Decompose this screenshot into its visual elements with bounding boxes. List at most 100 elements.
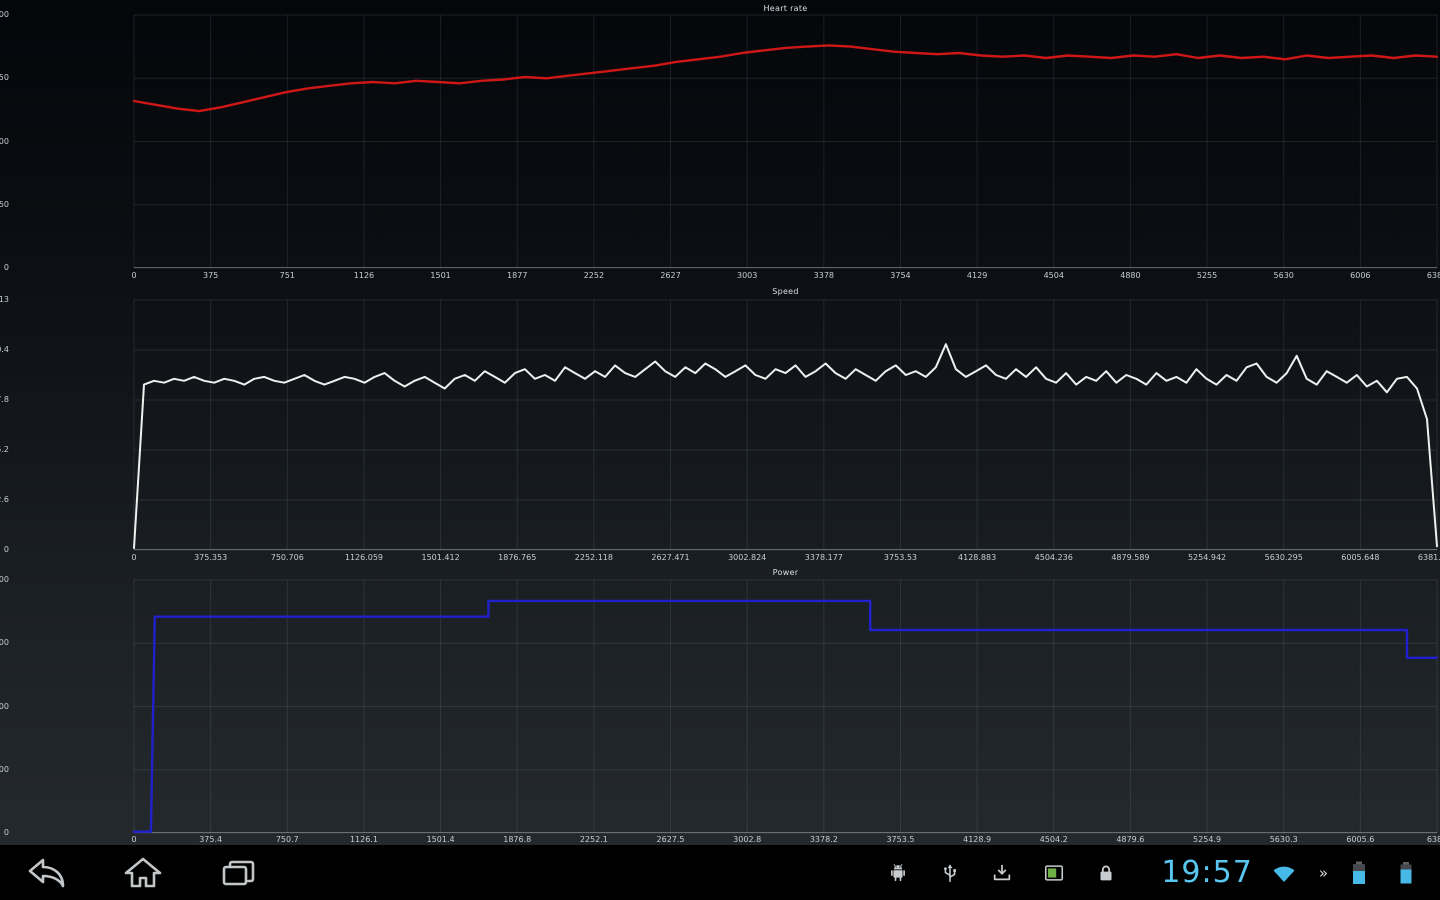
- x-axis-tick-label: 4129: [967, 271, 987, 280]
- y-axis-tick-label: 0: [0, 263, 9, 272]
- recent-apps-icon: [217, 855, 261, 891]
- x-axis-tick-label: 1876.765: [498, 553, 536, 562]
- x-axis-tick-label: 4504.236: [1035, 553, 1073, 562]
- overflow-chevron-icon: »: [1319, 864, 1328, 882]
- x-axis-tick-label: 4879.6: [1116, 835, 1144, 844]
- y-axis-tick-label: 5.2: [0, 445, 9, 454]
- heart-rate-x-axis: 0 375 751 1126 1501 1877 2252 2627 3003 3378 3754 4…: [0, 271, 1440, 283]
- x-axis-tick-label: 2252.1: [580, 835, 608, 844]
- y-axis-tick-label: 200: [0, 10, 9, 19]
- x-axis-tick-label: 4879.589: [1111, 553, 1149, 562]
- x-axis-tick-label: 6381: [1427, 271, 1440, 280]
- x-axis-tick-label: 1126.059: [345, 553, 383, 562]
- power-plot-area[interactable]: [134, 580, 1437, 833]
- x-axis-tick-label: 4128.9: [963, 835, 991, 844]
- y-axis-tick-label: 0: [0, 545, 9, 554]
- y-axis-tick-label: 13: [0, 295, 9, 304]
- x-axis-tick-label: 4880: [1120, 271, 1140, 280]
- usb-connected-icon: [939, 862, 961, 884]
- speed-plot-area[interactable]: [134, 300, 1437, 550]
- system-bar: 19:57 »: [0, 845, 1440, 900]
- battery-tablet-icon: [1350, 860, 1368, 886]
- heart-rate-series-svg: [134, 15, 1437, 268]
- status-tray[interactable]: 19:57 »: [887, 858, 1440, 888]
- speed-chart-title: Speed: [134, 287, 1437, 296]
- x-axis-tick-label: 6381.001: [1418, 553, 1440, 562]
- speed-x-axis: 0 375.353 750.706 1126.059 1501.412 1876.765 2…: [0, 553, 1440, 565]
- recent-apps-button[interactable]: [216, 853, 262, 893]
- x-axis-tick-label: 3003: [737, 271, 757, 280]
- x-axis-tick-label: 1501: [430, 271, 450, 280]
- x-axis-tick-label: 3378: [814, 271, 834, 280]
- home-button[interactable]: [120, 853, 166, 893]
- x-axis-tick-label: 2627.471: [651, 553, 689, 562]
- navigation-buttons: [0, 853, 262, 893]
- x-axis-tick-label: 0: [131, 835, 136, 844]
- heart-rate-plot-area[interactable]: [134, 15, 1437, 268]
- android-debug-icon: [887, 862, 909, 884]
- x-axis-tick-label: 3378.177: [805, 553, 843, 562]
- heart-rate-chart-title: Heart rate: [134, 4, 1437, 13]
- y-axis-tick-label: 7.8: [0, 395, 9, 404]
- y-axis-tick-label: 300: [0, 638, 9, 647]
- x-axis-tick-label: 3002.824: [728, 553, 766, 562]
- power-chart-title: Power: [134, 568, 1437, 577]
- battery-dock-icon: [1398, 861, 1414, 885]
- x-axis-tick-label: 3002.8: [733, 835, 761, 844]
- y-axis-tick-label: 0: [0, 828, 9, 837]
- speed-series-svg: [134, 300, 1437, 550]
- x-axis-tick-label: 375: [203, 271, 218, 280]
- x-axis-tick-label: 6381: [1427, 835, 1440, 844]
- x-axis-tick-label: 3753.5: [886, 835, 914, 844]
- y-axis-tick-label: 150: [0, 73, 9, 82]
- x-axis-tick-label: 5630: [1274, 271, 1294, 280]
- x-axis-tick-label: 1876.8: [503, 835, 531, 844]
- x-axis-tick-label: 5254.942: [1188, 553, 1226, 562]
- y-axis-tick-label: 50: [0, 200, 9, 209]
- y-axis-tick-label: 400: [0, 575, 9, 584]
- x-axis-tick-label: 1501.4: [427, 835, 455, 844]
- x-axis-tick-label: 750.7: [276, 835, 299, 844]
- y-axis-tick-label: 2.6: [0, 495, 9, 504]
- x-axis-tick-label: 5255: [1197, 271, 1217, 280]
- x-axis-tick-label: 6005.648: [1341, 553, 1379, 562]
- y-axis-tick-label: 100: [0, 765, 9, 774]
- x-axis-tick-label: 4128.883: [958, 553, 996, 562]
- x-axis-tick-label: 5630.3: [1270, 835, 1298, 844]
- y-axis-tick-label: 10.4: [0, 345, 9, 354]
- y-axis-tick-label: 200: [0, 702, 9, 711]
- x-axis-tick-label: 3378.2: [810, 835, 838, 844]
- wifi-icon: [1271, 861, 1297, 885]
- x-axis-tick-label: 6006: [1350, 271, 1370, 280]
- x-axis-tick-label: 2252: [584, 271, 604, 280]
- x-axis-tick-label: 1126: [354, 271, 374, 280]
- x-axis-tick-label: 6005.6: [1346, 835, 1374, 844]
- x-axis-tick-label: 0: [131, 553, 136, 562]
- back-button[interactable]: [24, 853, 70, 893]
- x-axis-tick-label: 0: [131, 271, 136, 280]
- x-axis-tick-label: 2627.5: [657, 835, 685, 844]
- x-axis-tick-label: 4504: [1044, 271, 1064, 280]
- y-axis-tick-label: 100: [0, 137, 9, 146]
- x-axis-tick-label: 5254.9: [1193, 835, 1221, 844]
- x-axis-tick-label: 3753.53: [884, 553, 917, 562]
- x-axis-tick-label: 1126.1: [350, 835, 378, 844]
- home-icon: [121, 855, 165, 891]
- status-clock: 19:57: [1161, 858, 1252, 888]
- x-axis-tick-label: 1501.412: [421, 553, 459, 562]
- x-axis-tick-label: 1877: [507, 271, 527, 280]
- lock-icon: [1095, 862, 1117, 884]
- tablet-screen: Heart rate 0 375 751 1126 1501 1877 2252 2627 30…: [0, 0, 1440, 900]
- x-axis-tick-label: 750.706: [271, 553, 304, 562]
- x-axis-tick-label: 4504.2: [1040, 835, 1068, 844]
- x-axis-tick-label: 3754: [890, 271, 910, 280]
- x-axis-tick-label: 5630.295: [1265, 553, 1303, 562]
- screenshot-icon: [1043, 862, 1065, 884]
- x-axis-tick-label: 375.353: [194, 553, 227, 562]
- power-series-svg: [134, 580, 1437, 833]
- x-axis-tick-label: 751: [280, 271, 295, 280]
- x-axis-tick-label: 375.4: [199, 835, 222, 844]
- x-axis-tick-label: 2627: [660, 271, 680, 280]
- back-icon: [25, 855, 69, 891]
- x-axis-tick-label: 2252.118: [575, 553, 613, 562]
